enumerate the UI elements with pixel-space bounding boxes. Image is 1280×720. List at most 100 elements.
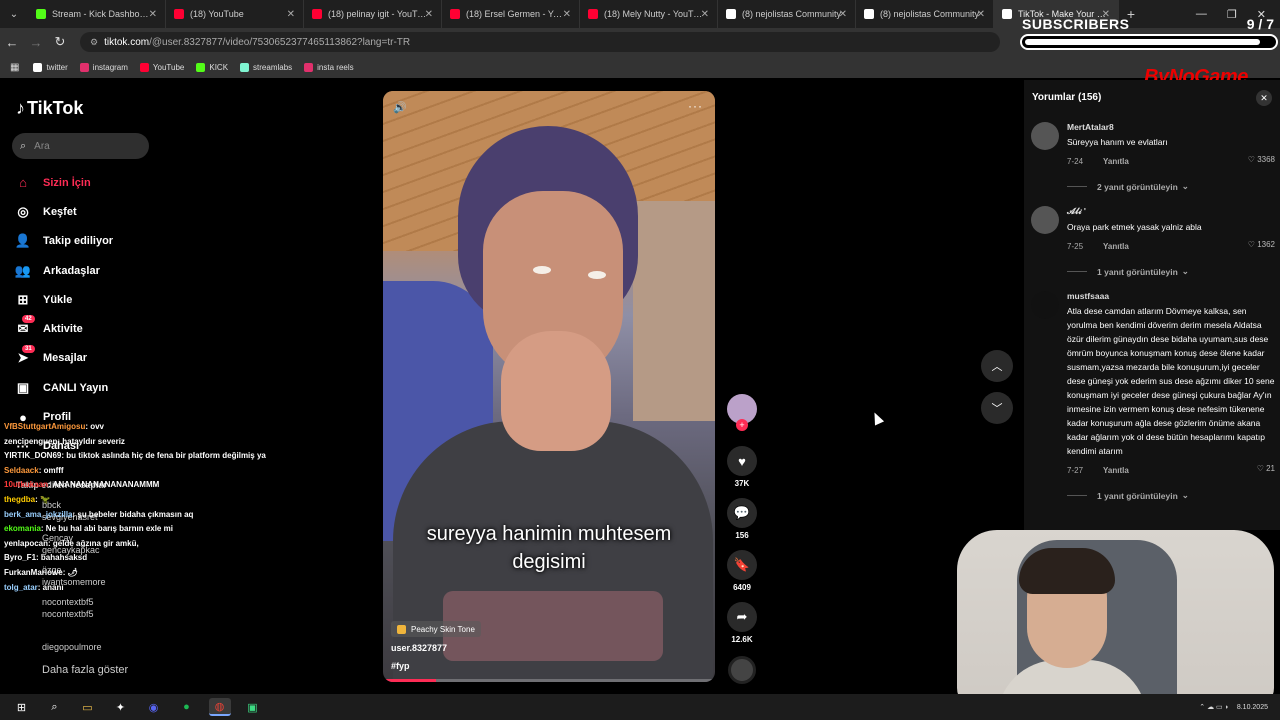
close-comments-button[interactable]: ✕ — [1256, 90, 1272, 106]
bookmark-item[interactable]: twitter — [33, 62, 68, 72]
browser-tab[interactable]: (18) Mely Nutty - YouTube ✕ — [580, 0, 718, 28]
tab-favicon-icon — [864, 9, 874, 19]
tab-close-icon[interactable]: ✕ — [149, 9, 157, 20]
search-icon[interactable]: ⌕ — [44, 698, 66, 716]
tab-search-icon[interactable]: ⌄ — [0, 0, 28, 28]
sidebar-nav-item[interactable]: 👥 Arkadaşlar — [14, 256, 113, 285]
tab-close-icon[interactable]: ✕ — [425, 9, 433, 20]
tab-favicon-icon — [726, 9, 736, 19]
commenter-avatar[interactable] — [1031, 122, 1059, 150]
tab-favicon-icon — [1002, 9, 1012, 19]
commenter-avatar[interactable] — [1031, 206, 1059, 234]
follow-plus-icon[interactable]: + — [736, 419, 748, 431]
home-icon: ⌂ — [19, 175, 27, 191]
browser-tab[interactable]: (8) nejolistas Community ✕ — [718, 0, 856, 28]
chrome-icon[interactable]: ◍ — [208, 698, 231, 716]
sidebar-nav-item[interactable]: ⊞ Yükle — [14, 285, 113, 314]
windows-icon[interactable]: ⊞ — [11, 698, 33, 716]
bookmark-item[interactable]: YouTube — [139, 62, 184, 72]
volume-icon[interactable]: 🔊 — [393, 101, 407, 114]
browser-tab[interactable]: (18) Ersel Germen - YouTube✕ — [442, 0, 580, 28]
video-progress-bar[interactable] — [383, 679, 715, 682]
comment-like-count: 21 — [1266, 464, 1275, 473]
tab-close-icon[interactable]: ✕ — [839, 9, 847, 20]
video-hashtag[interactable]: #fyp — [391, 661, 410, 671]
comments-header: Yorumlar (156) — [1032, 92, 1102, 103]
tab-favicon-icon — [588, 9, 598, 19]
video-caption-line1: sureyya hanimin muhtesem — [426, 523, 672, 545]
tab-favicon-icon — [450, 9, 460, 19]
browser-tab[interactable]: (8) nejolistas Community ✕ — [856, 0, 994, 28]
save-button[interactable]: 🔖 6409 — [724, 550, 760, 592]
commenter-name[interactable]: 𝓐𝓵𝓲 ' — [1067, 206, 1277, 217]
sidebar-nav-item[interactable]: ▣ CANLI Yayın — [14, 373, 113, 402]
tray-icons[interactable]: ⌃ ☁ ▭ ◗ — [1199, 703, 1229, 711]
share-button[interactable]: ➦ 12.6K — [724, 602, 760, 644]
show-more-link[interactable]: Daha fazla göster — [42, 664, 128, 676]
more-options-icon[interactable]: ··· — [688, 99, 703, 113]
browser-tab[interactable]: (18) YouTube ✕ — [166, 0, 304, 28]
heart-outline-icon: ♡ — [1256, 464, 1267, 473]
site-info-icon[interactable]: ⚙ — [90, 37, 98, 48]
sound-pill[interactable]: Peachy Skin Tone — [391, 621, 481, 637]
tab-close-icon[interactable]: ✕ — [977, 9, 985, 20]
sidebar-nav-item[interactable]: ⌂ Sizin İçin — [14, 168, 113, 197]
sidebar-nav-item[interactable]: 👤 Takip ediliyor — [14, 227, 113, 256]
chat-username: YIRTIK_DON69 — [4, 451, 62, 461]
bookmark-item[interactable]: insta reels — [304, 62, 354, 72]
following-item[interactable]: nocontextbf5 — [42, 609, 94, 619]
sound-name: Peachy Skin Tone — [411, 624, 475, 634]
search-input[interactable]: ⌕ Ara — [12, 133, 149, 159]
commenter-name[interactable]: mustfsaaa — [1067, 291, 1277, 301]
commenter-avatar[interactable] — [1031, 291, 1059, 319]
comment-like-button[interactable]: ♡ 21 — [1257, 464, 1275, 473]
next-video-button[interactable]: ﹀ — [981, 392, 1013, 424]
reply-button[interactable]: Yanıtla — [1103, 466, 1129, 475]
replies-divider — [1067, 186, 1087, 187]
reload-button[interactable]: ↻ — [48, 34, 72, 50]
bookmark-item[interactable]: instagram — [79, 62, 128, 72]
browser-tab[interactable]: Stream - Kick Dashboard ✕ — [28, 0, 166, 28]
bookmark-item[interactable]: KICK — [196, 62, 228, 72]
comment-button[interactable]: 💬 156 — [724, 498, 760, 540]
browser-tab[interactable]: (18) pelinay igit - YouTube ✕ — [304, 0, 442, 28]
reply-button[interactable]: Yanıtla — [1103, 242, 1129, 251]
tab-close-icon[interactable]: ✕ — [563, 9, 571, 20]
forward-button[interactable]: → — [24, 35, 48, 50]
chat-message: zencipenguen: hatayldır severiz — [4, 435, 294, 450]
bookmark-item[interactable]: streamlabs — [240, 62, 292, 72]
video-username[interactable]: user.8327877 — [391, 643, 447, 653]
url-field[interactable]: ⚙ tiktok.com /@user.8327877/video/753065… — [80, 32, 1000, 52]
apps-grid-icon[interactable]: ▦ — [10, 62, 19, 73]
bookmark-favicon-icon — [33, 62, 43, 72]
comment-like-button[interactable]: ♡ 1362 — [1248, 240, 1275, 249]
discord-icon[interactable]: ◉ — [143, 698, 165, 716]
following-item[interactable]: nocontextbf5 — [42, 597, 94, 607]
previous-video-button[interactable]: ︿ — [981, 350, 1013, 382]
spotify-icon[interactable]: ● — [176, 698, 198, 716]
tiktok-logo[interactable]: ♪ TikTok — [16, 98, 83, 119]
video-scene-hand — [501, 331, 611, 451]
notification-badge: 31 — [22, 344, 35, 353]
folder-icon[interactable]: ▭ — [77, 698, 99, 716]
sidebar-nav-item[interactable]: ✉ 42 Aktivite — [14, 314, 113, 343]
tab-close-icon[interactable]: ✕ — [701, 9, 709, 20]
app-icon[interactable]: ✦ — [110, 698, 132, 716]
tab-close-icon[interactable]: ✕ — [287, 9, 295, 20]
reply-button[interactable]: Yanıtla — [1103, 157, 1129, 166]
view-replies-button[interactable]: 2 yanıt görüntüleyin ⌄ — [1067, 181, 1277, 192]
app2-icon[interactable]: ▣ — [242, 698, 264, 716]
sidebar-nav-item[interactable]: ➤ 31 Mesajlar — [14, 344, 113, 373]
sidebar-nav-item[interactable]: ◎ Keşfet — [14, 197, 113, 226]
like-button[interactable]: ♥ 37K — [724, 446, 760, 488]
sidebar-nav-label: Yükle — [43, 293, 73, 306]
comment-like-button[interactable]: ♡ 3368 — [1248, 155, 1275, 164]
tiktok-logo-text: TikTok — [27, 98, 84, 118]
video-player[interactable]: 🔊 ··· sureyya hanimin muhtesem degisimi … — [383, 91, 715, 682]
following-item[interactable]: diegopoulmore — [42, 642, 102, 652]
commenter-name[interactable]: MertAtalar8 — [1067, 122, 1277, 132]
view-replies-button[interactable]: 1 yanıt görüntüleyin ⌄ — [1067, 266, 1277, 277]
view-replies-button[interactable]: 1 yanıt görüntüleyin ⌄ — [1067, 490, 1277, 501]
back-button[interactable]: ← — [0, 35, 24, 50]
music-disc-icon[interactable] — [728, 656, 756, 684]
